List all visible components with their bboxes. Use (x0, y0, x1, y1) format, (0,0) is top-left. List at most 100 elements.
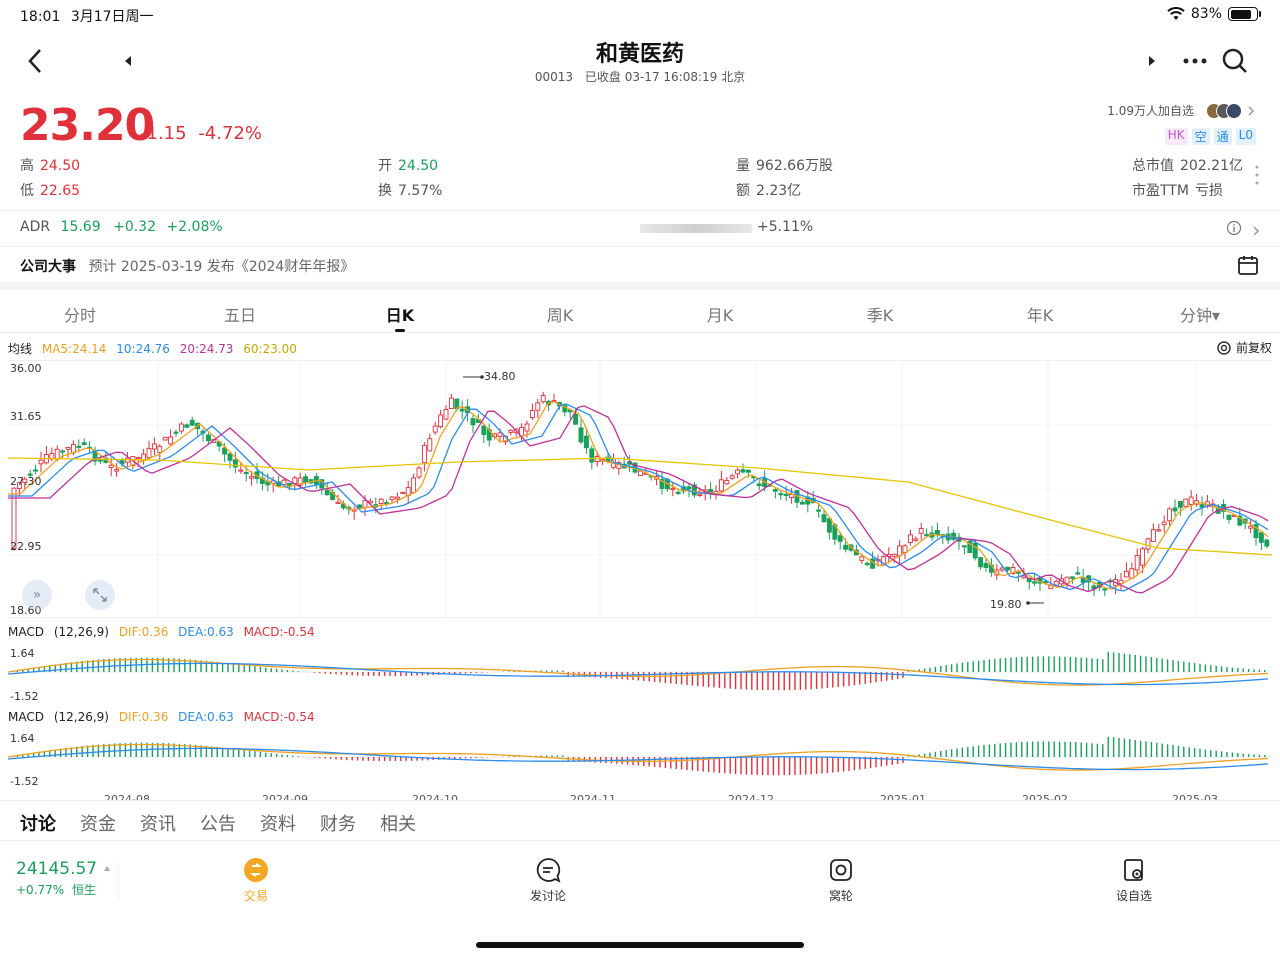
watchers[interactable]: 1.09万人加自选 (1107, 102, 1256, 119)
news-tabs: 讨论 资金 资讯 公告 资料 财务 相关 (20, 810, 416, 836)
candle (864, 562, 870, 566)
candle (1032, 581, 1038, 584)
candle (1129, 568, 1135, 579)
ma60-value: 60:23.00 (243, 342, 297, 356)
index-ticker[interactable]: 24145.57 +0.77% 恒生 (16, 859, 111, 898)
company-event[interactable]: 公司大事 预计 2025-03-19 发布《2024财年年报》 (20, 256, 354, 276)
period-tab[interactable]: 五日 (160, 290, 320, 332)
redacted-text (640, 224, 752, 233)
candle (184, 424, 190, 428)
candle (1069, 576, 1075, 579)
macd-value: MACD:-0.54 (243, 625, 315, 639)
candle (1075, 572, 1081, 575)
fullscreen-button[interactable] (85, 580, 115, 610)
candle (1145, 538, 1151, 550)
stat-volume: 量 962.66万股 (736, 155, 833, 175)
divider (118, 863, 119, 899)
candle (443, 409, 449, 420)
candle (1177, 500, 1183, 508)
candle (178, 423, 184, 432)
stat-open: 开 24.50 (378, 155, 438, 175)
home-indicator[interactable] (476, 942, 804, 948)
macd-chart-2[interactable] (8, 729, 1272, 791)
candle (778, 493, 784, 496)
candle (205, 434, 211, 442)
candle (1150, 529, 1156, 543)
index-change: +0.77% (16, 883, 65, 897)
nav-watchlist[interactable]: 设自选 (1094, 857, 1174, 904)
low-annotation: 19.80 (990, 598, 1022, 611)
adr-more-button[interactable] (1252, 222, 1260, 241)
period-tab[interactable]: 年K (960, 290, 1120, 332)
last-price: 23.20 (20, 100, 155, 151)
candle (1183, 498, 1189, 507)
kline-chart[interactable] (8, 360, 1272, 618)
more-button[interactable] (1180, 48, 1210, 74)
candle (826, 518, 832, 533)
news-tab[interactable]: 公告 (200, 810, 236, 836)
candle (972, 542, 978, 559)
status-bar-right: 83% (1167, 6, 1261, 22)
candle (978, 557, 984, 568)
candle (157, 445, 163, 453)
event-label: 公司大事 (20, 259, 76, 275)
news-tab[interactable]: 资料 (260, 810, 296, 836)
next-stock-button[interactable] (1144, 52, 1160, 70)
watchlist-icon (1121, 857, 1147, 883)
battery-percent: 83% (1190, 6, 1222, 22)
candle (1102, 588, 1108, 591)
stat-label: 高 (20, 158, 34, 174)
macd-params: (12,26,9) (53, 710, 109, 724)
candle (843, 544, 849, 550)
candle (1021, 575, 1027, 579)
battery-icon (1228, 7, 1261, 21)
period-tab[interactable]: 季K (800, 290, 960, 332)
period-tab[interactable]: 日K (320, 290, 480, 332)
news-tab[interactable]: 资金 (80, 810, 116, 836)
candle (859, 556, 865, 561)
adjust-toggle[interactable]: 前复权 (1216, 339, 1272, 356)
nav-warrants[interactable]: 窝轮 (801, 857, 881, 904)
candle (411, 477, 417, 493)
adr-pct: +2.08% (166, 219, 223, 235)
period-tab[interactable]: 月K (640, 290, 800, 332)
ma5-value: MA5:24.14 (41, 342, 107, 356)
news-tab[interactable]: 讨论 (20, 810, 56, 836)
expand-sidebar-button[interactable]: » (22, 580, 52, 610)
section-gap (0, 282, 1280, 290)
macd-chart[interactable] (8, 644, 1272, 706)
news-tab[interactable]: 财务 (320, 810, 356, 836)
candle (756, 483, 762, 487)
more-dots-icon (1183, 58, 1207, 64)
period-tab[interactable]: 周K (480, 290, 640, 332)
candle (718, 479, 724, 492)
double-chevron-icon: » (32, 587, 42, 603)
nav-post[interactable]: 发讨论 (508, 857, 588, 904)
candle (421, 444, 427, 464)
period-tab[interactable]: 分时 (0, 290, 160, 332)
candle (400, 492, 406, 495)
calendar-button[interactable] (1237, 254, 1259, 280)
candle (1161, 521, 1167, 526)
adr-label: ADR (20, 219, 51, 235)
macd-label: MACD (8, 625, 44, 639)
stat-value: 亏损 (1194, 183, 1223, 199)
nav-trade[interactable]: 交易 (216, 857, 296, 904)
candle (81, 442, 87, 446)
adr-row[interactable]: ADR 15.69 +0.32 +2.08% (20, 219, 223, 235)
vertical-dots-icon (1255, 165, 1259, 185)
market-badge: L0 (1235, 128, 1256, 145)
candle (913, 538, 919, 541)
search-button[interactable] (1220, 46, 1250, 76)
fullscreen-icon (93, 588, 107, 602)
candle (1015, 571, 1021, 574)
adr-info-button[interactable] (1226, 220, 1242, 240)
watchers-count: 1.09万人加自选 (1107, 104, 1194, 118)
expand-stats-button[interactable] (1254, 164, 1260, 186)
candle (497, 432, 503, 437)
candle (1264, 539, 1270, 547)
news-tab[interactable]: 相关 (380, 810, 416, 836)
news-tab[interactable]: 资讯 (140, 810, 176, 836)
candle (535, 402, 541, 411)
period-tab[interactable]: 分钟▾ (1120, 290, 1280, 332)
